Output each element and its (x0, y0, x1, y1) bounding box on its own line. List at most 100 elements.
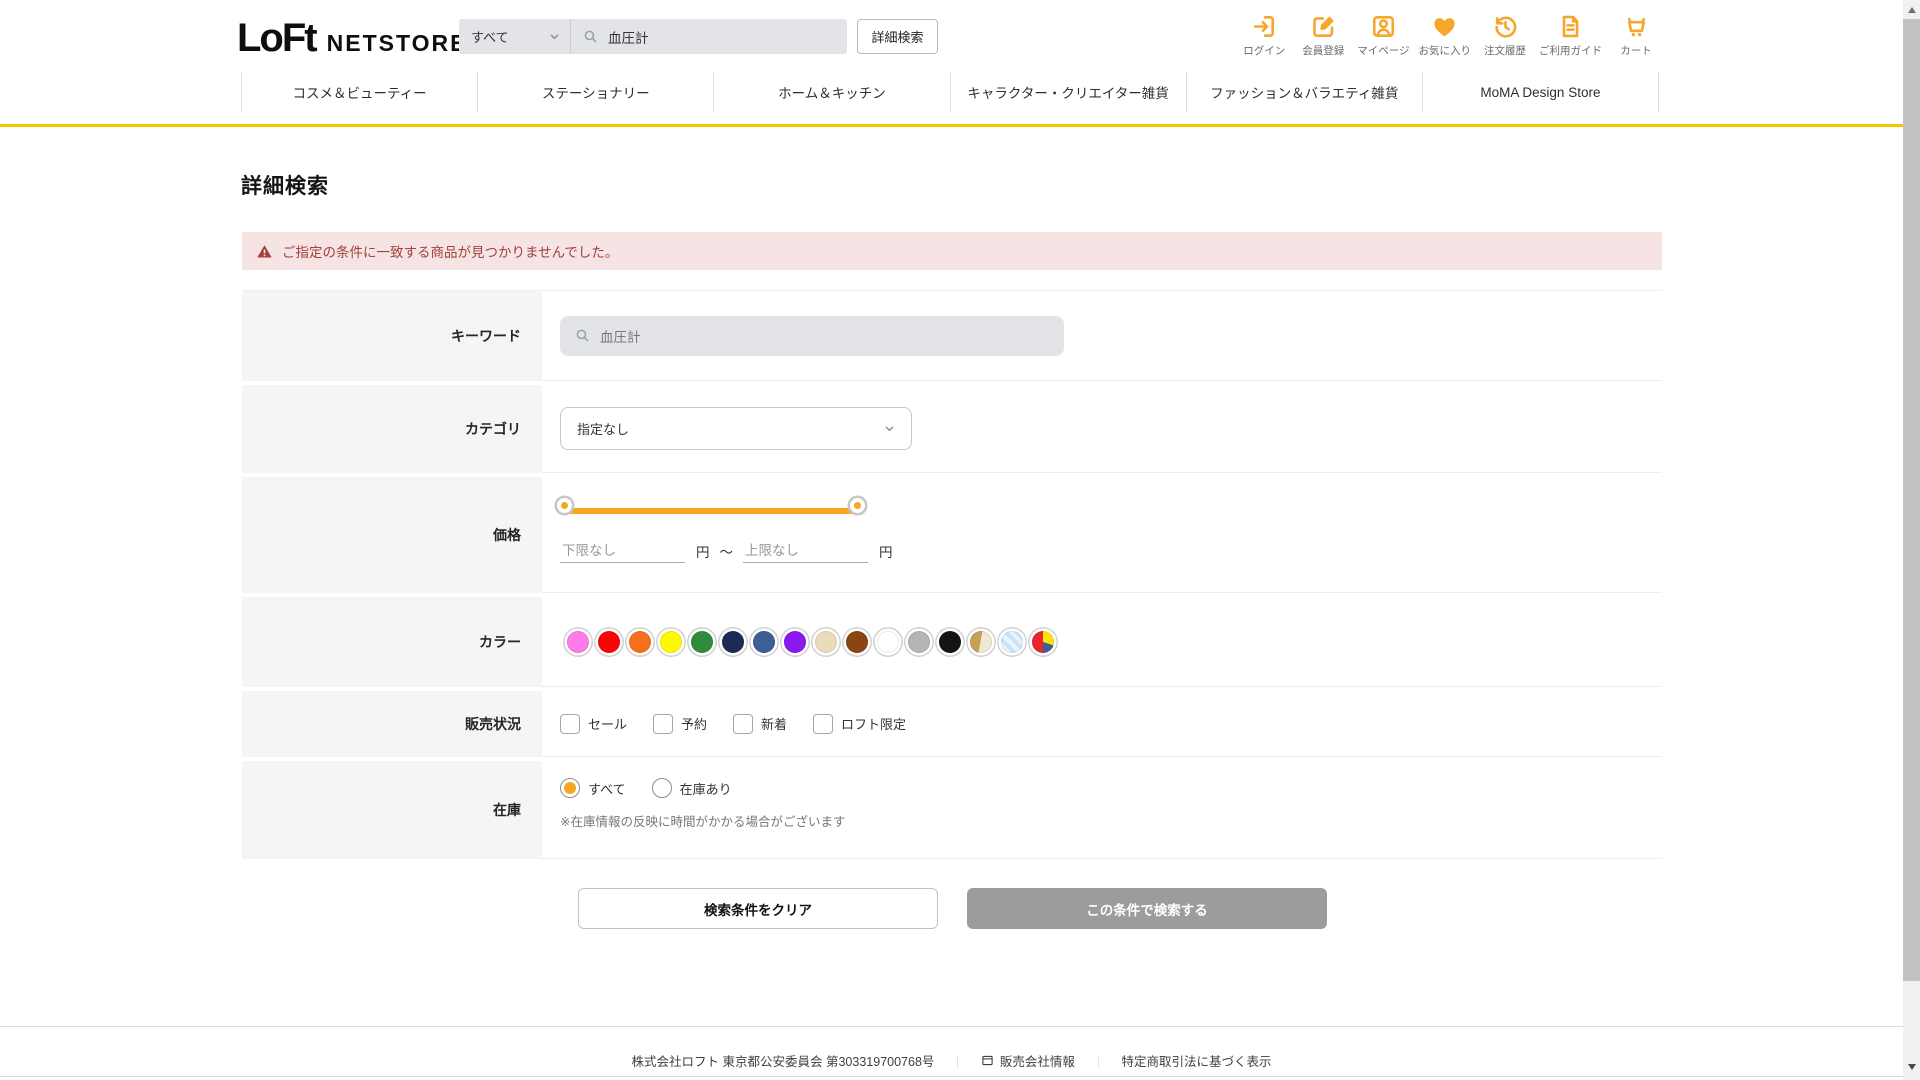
sales-option-label: 新着 (761, 717, 788, 732)
sales-option-label: 予約 (681, 717, 708, 732)
color-swatch-gray[interactable] (908, 630, 930, 653)
utility-favorites[interactable]: お気に入り (1418, 13, 1472, 58)
form-label-sales-status: 販売状況 (242, 691, 542, 757)
scrollbar-up-button[interactable] (1903, 1, 1920, 18)
footer-link-label: 特定商取引法に基づく表示 (1121, 1055, 1272, 1069)
logo-loft-text: LoFt (237, 16, 318, 60)
color-swatch-clear[interactable] (1001, 630, 1023, 653)
detail-search-button[interactable]: 詳細検索 (857, 19, 938, 54)
search-category-select[interactable]: すべて (459, 19, 571, 54)
search-submit-button[interactable]: この条件で検索する (967, 888, 1327, 929)
footer-separator: ｜ (1091, 1055, 1105, 1069)
footer-link-seller-info[interactable]: 販売会社情報 (981, 1051, 1075, 1070)
alert-message: ご指定の条件に一致する商品が見つかりませんでした。 (282, 245, 619, 260)
price-slider-handle-max[interactable] (850, 498, 865, 513)
footer-link-label: 販売会社情報 (999, 1055, 1075, 1069)
form-row-sales-status: 販売状況 セール 予約 新着 ロフト限定 (242, 691, 1662, 757)
category-select[interactable]: 指定なし (560, 407, 912, 450)
loft-logo[interactable]: LoFt NETSTORE (237, 16, 467, 61)
form-row-color: カラー (242, 597, 1662, 687)
header-search-query: 血圧計 (608, 30, 649, 46)
color-swatch-yellow[interactable] (660, 630, 682, 653)
price-slider-handle-min[interactable] (557, 498, 572, 513)
footer-company-text: 株式会社ロフト 東京都公安委員会 第303319700768号 (631, 1055, 935, 1069)
price-unit-min: 円 (696, 545, 710, 560)
color-swatch-pink[interactable] (567, 630, 589, 653)
nav-item-2[interactable]: ステーショナリー (477, 71, 713, 113)
utility-label: ログイン (1243, 45, 1286, 57)
triangle-down-icon (1907, 1063, 1916, 1070)
stock-note: ※在庫情報の反映に時間がかかる場合がございます (560, 815, 846, 829)
brand-accent-line (0, 124, 1903, 127)
nav-item-5[interactable]: ファッション＆バラエティ雑貨 (1185, 71, 1422, 113)
color-swatch-green[interactable] (691, 630, 713, 653)
utility-label: お気に入り (1418, 45, 1472, 57)
scrollbar-down-button[interactable] (1903, 1058, 1920, 1075)
checkbox-icon (733, 713, 754, 734)
page: LoFt NETSTORE すべて 血圧計 詳細検索 ログイン 会員登録 マイページ… (0, 0, 1920, 1080)
color-swatch-gold[interactable] (970, 630, 992, 653)
cart-icon (1623, 13, 1650, 40)
form-label-price: 価格 (242, 477, 542, 593)
utility-guide[interactable]: ご利用ガイド (1539, 13, 1602, 58)
stock-option-2[interactable]: 在庫あり (651, 778, 732, 798)
color-swatch-brown[interactable] (846, 630, 868, 653)
sales-option-3[interactable]: 新着 (733, 713, 788, 734)
utility-mypage[interactable]: マイページ (1357, 13, 1410, 58)
sales-option-1[interactable]: セール (560, 713, 627, 734)
header-searchbar: すべて 血圧計 (459, 19, 847, 54)
footer-link-legal[interactable]: 特定商取引法に基づく表示 (1121, 1051, 1271, 1070)
utility-register[interactable]: 会員登録 (1298, 13, 1348, 58)
nav-item-3[interactable]: ホーム＆キッチン (713, 71, 949, 113)
utility-label: 会員登録 (1302, 45, 1345, 57)
price-unit-max: 円 (879, 545, 893, 560)
search-form: キーワード 血圧計 カテゴリ 指定なし 価格 下限なし 円 ～ 上限なし 円 カ… (242, 290, 1662, 863)
color-swatch-black[interactable] (939, 630, 961, 653)
color-swatch-beige[interactable] (815, 630, 837, 653)
color-swatch-purple[interactable] (784, 630, 806, 653)
nav-item-1[interactable]: コスメ＆ビューティー (241, 71, 477, 113)
clear-conditions-button[interactable]: 検索条件をクリア (578, 888, 938, 929)
color-swatch-red[interactable] (598, 630, 620, 653)
color-swatch-blue[interactable] (753, 630, 775, 653)
pencil-icon (1310, 13, 1337, 40)
utility-order-history[interactable]: 注文履歴 (1480, 13, 1530, 58)
chevron-down-icon (550, 34, 559, 40)
warning-icon (257, 244, 272, 258)
radio-icon (651, 778, 672, 798)
scrollbar-thumb[interactable] (1903, 19, 1920, 981)
category-selected-value: 指定なし (577, 422, 630, 437)
search-category-value: すべて (471, 30, 509, 45)
nav-item-6[interactable]: MoMA Design Store (1421, 71, 1660, 113)
price-min-input[interactable] (560, 539, 685, 563)
page-title: 詳細検索 (241, 175, 329, 198)
color-swatch-orange[interactable] (629, 630, 651, 653)
scrollbar[interactable] (1903, 0, 1920, 1080)
utility-cart[interactable]: カート (1611, 13, 1661, 58)
color-swatch-white[interactable] (877, 630, 899, 653)
login-icon (1251, 13, 1278, 40)
radio-icon (560, 778, 580, 798)
utility-login[interactable]: ログイン (1239, 13, 1289, 58)
nav-item-4[interactable]: キャラクター・クリエイター雑貨 (949, 71, 1186, 113)
form-label-keyword: キーワード (242, 291, 542, 381)
site-footer: 株式会社ロフト 東京都公安委員会 第303319700768号 ｜ 販売会社情報… (0, 1026, 1903, 1070)
price-slider[interactable] (557, 498, 865, 524)
color-swatch-navy[interactable] (722, 630, 744, 653)
heart-icon (1431, 13, 1458, 40)
history-icon (1492, 13, 1519, 40)
sales-option-4[interactable]: ロフト限定 (813, 713, 906, 734)
checkbox-icon (813, 713, 834, 734)
stock-option-label: 在庫あり (679, 781, 732, 797)
header-search-input[interactable]: 血圧計 (571, 27, 847, 47)
form-row-category: カテゴリ 指定なし (242, 385, 1662, 473)
price-max-input[interactable] (743, 539, 868, 563)
keyword-input[interactable]: 血圧計 (560, 315, 1064, 356)
sales-option-2[interactable]: 予約 (653, 713, 708, 734)
utility-label: 注文履歴 (1484, 45, 1526, 57)
page-bottom-divider (0, 1076, 1903, 1077)
stock-option-1[interactable]: すべて (560, 778, 626, 798)
form-content-price: 円 ～ 円 (542, 477, 1662, 593)
color-swatch-multicolor[interactable] (1032, 630, 1054, 653)
stock-options: すべて 在庫あり (560, 778, 1662, 798)
